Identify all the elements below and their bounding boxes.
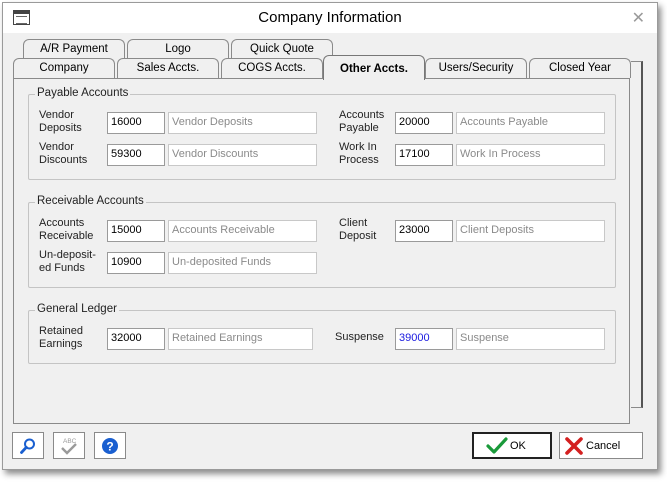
cancel-button[interactable]: Cancel: [559, 432, 643, 459]
accounts-receivable-description: Accounts Receivable: [168, 220, 317, 242]
vendor-deposits-label: Vendor Deposits: [39, 109, 82, 135]
ok-button-label: OK: [510, 439, 526, 452]
accounts-payable-description: Accounts Payable: [456, 112, 605, 134]
vendor-deposits-label-line1: Vendor: [39, 109, 74, 121]
window-title: Company Information: [258, 9, 402, 26]
close-icon[interactable]: ✕: [632, 8, 645, 28]
search-icon: [20, 438, 35, 454]
accounts-payable-label-line1: Accounts: [339, 109, 385, 121]
tab-stack-edge: [631, 61, 643, 408]
work-in-process-account-field[interactable]: 17100: [395, 144, 453, 166]
title-bar: Company Information ✕: [3, 3, 657, 33]
general-ledger-legend: General Ledger: [35, 303, 119, 315]
spell-check-icon: ABC: [61, 438, 77, 455]
undeposited-funds-label-line2: ed Funds: [39, 262, 85, 274]
accounts-receivable-label-line1: Accounts: [39, 217, 85, 229]
work-in-process-label: Work In Process: [339, 141, 379, 167]
tab-other-accts[interactable]: Other Accts.: [323, 55, 425, 80]
accounts-payable-label-line2: Payable: [339, 122, 379, 134]
general-ledger-group: General Ledger Retained Earnings 32000 R…: [28, 303, 616, 364]
other-accts-panel: Payable Accounts Vendor Deposits 16000 V…: [13, 78, 630, 424]
tab-users-security[interactable]: Users/Security: [425, 58, 527, 78]
cancel-button-label: Cancel: [586, 439, 621, 452]
suspense-description: Suspense: [456, 328, 605, 350]
vendor-deposits-label-line2: Deposits: [39, 122, 82, 134]
accounts-payable-account-field[interactable]: 20000: [395, 112, 453, 134]
suspense-account-field[interactable]: 39000: [395, 328, 453, 350]
tab-closed-year[interactable]: Closed Year: [529, 58, 631, 78]
accounts-receivable-label: Accounts Receivable: [39, 217, 93, 243]
payable-accounts-legend: Payable Accounts: [35, 87, 131, 99]
vendor-discounts-account-field[interactable]: 59300: [107, 144, 165, 166]
retained-earnings-account-field[interactable]: 32000: [107, 328, 165, 350]
accounts-receivable-label-line2: Receivable: [39, 230, 94, 242]
client-deposit-label-line1: Client: [339, 217, 368, 229]
tab-sales-accts[interactable]: Sales Accts.: [117, 58, 219, 78]
vendor-discounts-label-line2: Discounts: [39, 154, 88, 166]
spell-check-button[interactable]: ABC: [53, 432, 85, 459]
work-in-process-label-line1: Work In: [339, 141, 377, 153]
client-deposit-label: Client Deposit: [339, 217, 376, 243]
tab-quick-quote[interactable]: Quick Quote: [231, 39, 333, 59]
work-in-process-label-line2: Process: [339, 154, 379, 166]
check-icon: [486, 436, 508, 454]
tab-ar-payment[interactable]: A/R Payment: [23, 39, 125, 59]
vendor-discounts-label-line1: Vendor: [39, 141, 74, 153]
receivable-accounts-group: Receivable Accounts Accounts Receivable …: [28, 195, 616, 288]
tab-company[interactable]: Company: [13, 58, 115, 78]
retained-earnings-label-line1: Retained: [39, 325, 84, 337]
tab-cogs-accts[interactable]: COGS Accts.: [221, 58, 323, 78]
undeposited-funds-description: Un-deposited Funds: [168, 252, 317, 274]
search-button[interactable]: [12, 432, 44, 459]
company-information-window: Company Information ✕ A/R Payment Logo Q…: [2, 2, 658, 470]
vendor-discounts-description: Vendor Discounts: [168, 144, 317, 166]
ok-button[interactable]: OK: [472, 432, 552, 459]
vendor-discounts-label: Vendor Discounts: [39, 141, 87, 167]
receivable-accounts-legend: Receivable Accounts: [35, 195, 146, 207]
svg-text:?: ?: [106, 439, 113, 453]
client-deposit-description: Client Deposits: [456, 220, 605, 242]
work-in-process-description: Work In Process: [456, 144, 605, 166]
help-button[interactable]: ?: [94, 432, 126, 459]
accounts-receivable-account-field[interactable]: 15000: [107, 220, 165, 242]
vendor-deposits-account-field[interactable]: 16000: [107, 112, 165, 134]
cancel-x-icon: [565, 436, 583, 455]
undeposited-funds-label-line1: Un-deposit-: [39, 249, 96, 261]
help-icon: ?: [102, 437, 118, 454]
vendor-deposits-description: Vendor Deposits: [168, 112, 317, 134]
client-deposit-label-line2: Deposit: [339, 230, 377, 242]
retained-earnings-description: Retained Earnings: [168, 328, 313, 350]
suspense-label: Suspense: [335, 331, 384, 343]
tab-logo[interactable]: Logo: [127, 39, 229, 59]
accounts-payable-label: Accounts Payable: [339, 109, 384, 135]
retained-earnings-label-line2: Earnings: [39, 338, 83, 350]
undeposited-funds-account-field[interactable]: 10900: [107, 252, 165, 274]
undeposited-funds-label: Un-deposit- ed Funds: [39, 249, 96, 275]
client-deposit-account-field[interactable]: 23000: [395, 220, 453, 242]
retained-earnings-label: Retained Earnings: [39, 325, 83, 351]
payable-accounts-group: Payable Accounts Vendor Deposits 16000 V…: [28, 87, 616, 180]
